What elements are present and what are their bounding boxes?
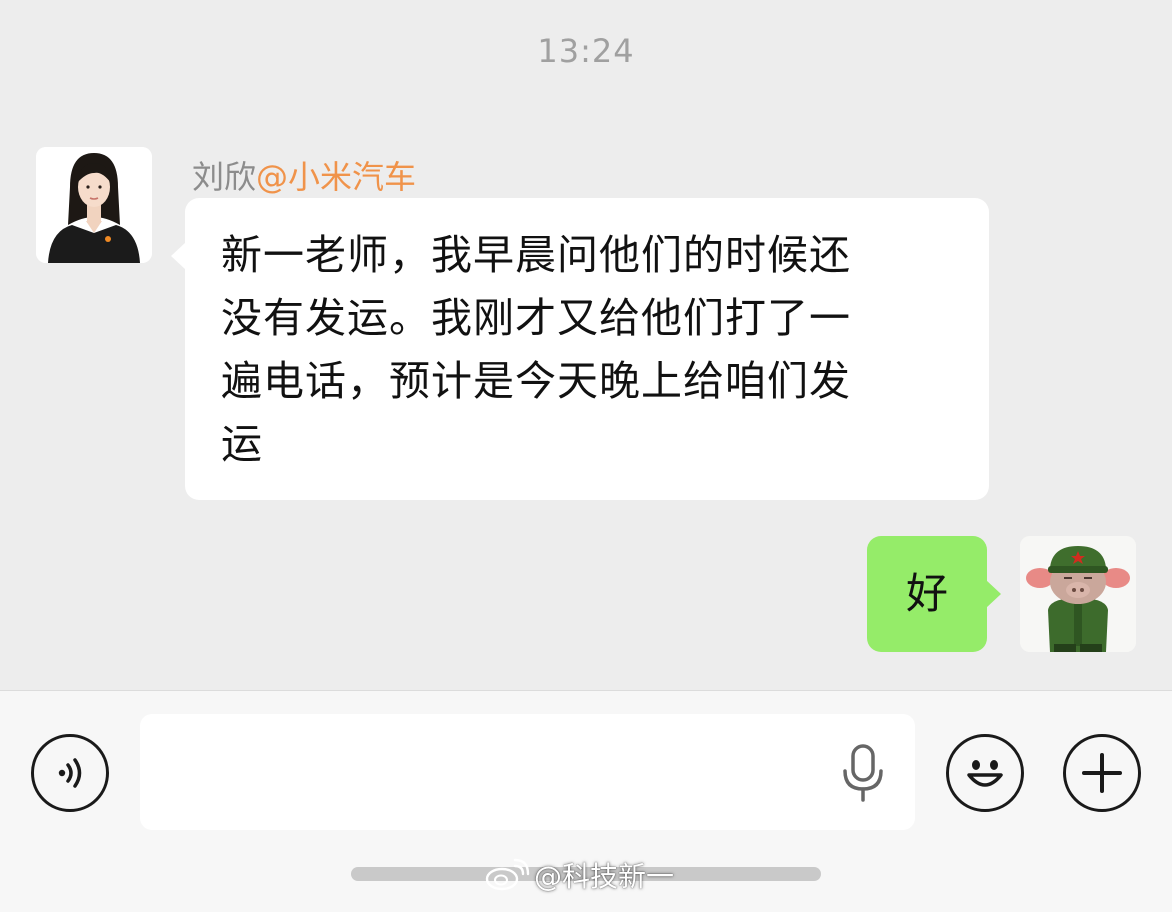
my-avatar[interactable] bbox=[1020, 536, 1136, 652]
chat-message-area[interactable]: 13:24 刘欣@小米汽车 新一老师，我早晨问他们的时候还 没有发运。我刚才又给… bbox=[0, 0, 1172, 690]
plus-icon bbox=[1082, 753, 1122, 793]
weibo-logo-icon bbox=[485, 858, 530, 891]
message-input[interactable] bbox=[140, 714, 915, 830]
more-actions-button[interactable] bbox=[1063, 734, 1141, 812]
watermark: @科技新一 bbox=[484, 857, 674, 893]
sender-person-name: 刘欣 bbox=[192, 158, 257, 196]
sender-avatar[interactable] bbox=[36, 147, 152, 263]
message-line: 新一老师，我早晨问他们的时候还 bbox=[221, 231, 851, 279]
voice-toggle-icon bbox=[58, 758, 82, 788]
chat-input-bar: @科技新一 bbox=[0, 690, 1172, 912]
emoji-button[interactable] bbox=[946, 734, 1024, 812]
cartoon-soldier-pig-avatar bbox=[1020, 536, 1136, 652]
microphone-icon[interactable] bbox=[838, 743, 888, 803]
sender-organization: @小米汽车 bbox=[256, 158, 417, 196]
message-line: 运 bbox=[221, 420, 263, 468]
watermark-text: @科技新一 bbox=[534, 860, 675, 893]
message-line: 没有发运。我刚才又给他们打了一 bbox=[221, 294, 851, 342]
message-line: 遍电话，预计是今天晚上给咱们发 bbox=[221, 357, 851, 405]
incoming-message-bubble[interactable]: 新一老师，我早晨问他们的时候还 没有发运。我刚才又给他们打了一 遍电话，预计是今… bbox=[171, 198, 989, 500]
message-timestamp: 13:24 bbox=[537, 32, 635, 70]
woman-portrait-avatar bbox=[36, 147, 152, 263]
sender-name: 刘欣@小米汽车 bbox=[192, 152, 416, 198]
outgoing-message-bubble[interactable]: 好 bbox=[867, 536, 1001, 652]
outgoing-message-text: 好 bbox=[905, 569, 948, 618]
smiley-emoji-icon bbox=[967, 760, 1003, 787]
voice-toggle-button[interactable] bbox=[31, 734, 109, 812]
